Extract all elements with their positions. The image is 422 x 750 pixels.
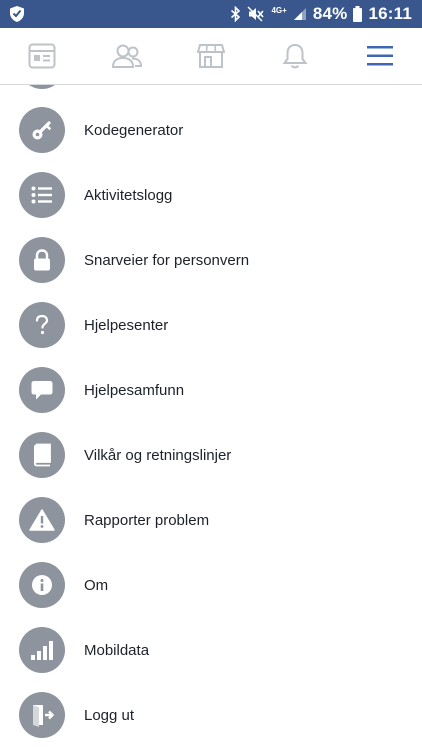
mute-icon	[247, 6, 265, 22]
menu-item-label: Logg ut	[84, 706, 135, 724]
lock-icon	[19, 237, 65, 283]
menu-icon	[366, 46, 393, 66]
book-icon	[19, 432, 65, 478]
menu-item-mobildata[interactable]: Mobildata	[0, 618, 422, 682]
marketplace-icon	[196, 44, 225, 68]
status-bar: 4G+ 84% 16:11	[0, 0, 422, 28]
vpn-shield-icon	[10, 6, 24, 22]
menu-item-vilkar-og-retningslinjer[interactable]: Vilkår og retningslinjer	[0, 423, 422, 487]
battery-icon	[353, 6, 363, 22]
menu-item-snarveier-for-personvern[interactable]: Snarveier for personvern	[0, 228, 422, 292]
battery-percent: 84%	[312, 4, 348, 23]
menu-item-rapporter-problem[interactable]: Rapporter problem	[0, 488, 422, 552]
menu-item-label: Hjelpesenter	[84, 316, 169, 334]
tab-menu[interactable]	[350, 28, 410, 84]
key-icon	[19, 107, 65, 153]
notifications-icon	[282, 43, 308, 69]
menu-item-label: Aktivitetslogg	[84, 186, 173, 204]
network-type: 4G+	[271, 5, 287, 15]
tab-friends[interactable]	[97, 28, 157, 84]
signal-bars-icon	[19, 627, 65, 673]
question-icon	[19, 302, 65, 348]
settings-menu: Kodegenerator Aktivitetslogg Snarveier f…	[0, 85, 422, 750]
clock: 16:11	[368, 4, 412, 23]
list-icon	[19, 172, 65, 218]
menu-item-label: Vilkår og retningslinjer	[84, 446, 232, 464]
tab-bar	[0, 28, 422, 85]
tab-notifications[interactable]	[265, 28, 325, 84]
menu-item-logg-ut[interactable]: Logg ut	[0, 683, 422, 747]
bluetooth-icon	[231, 6, 241, 22]
menu-item-label: Om	[84, 576, 109, 594]
menu-item-aktivitetslogg[interactable]: Aktivitetslogg	[0, 163, 422, 227]
menu-item-label: Snarveier for personvern	[84, 251, 250, 269]
cell-signal-icon	[293, 8, 306, 20]
menu-item-label: Mobildata	[84, 641, 150, 659]
logout-icon	[19, 692, 65, 738]
friends-icon	[111, 44, 142, 68]
warning-icon	[19, 497, 65, 543]
menu-item-kodegenerator[interactable]: Kodegenerator	[0, 98, 422, 162]
menu-item-hjelpesenter[interactable]: Hjelpesenter	[0, 293, 422, 357]
tab-news-feed[interactable]	[12, 28, 72, 84]
tab-marketplace[interactable]	[181, 28, 241, 84]
info-icon	[19, 562, 65, 608]
speech-bubble-icon	[19, 367, 65, 413]
menu-item-om[interactable]: Om	[0, 553, 422, 617]
previous-item-icon-partial	[19, 85, 65, 89]
menu-item-hjelpesamfunn[interactable]: Hjelpesamfunn	[0, 358, 422, 422]
news-feed-icon	[28, 43, 56, 69]
menu-item-label: Kodegenerator	[84, 121, 184, 139]
menu-item-label: Hjelpesamfunn	[84, 381, 185, 399]
menu-item-label: Rapporter problem	[84, 511, 210, 529]
